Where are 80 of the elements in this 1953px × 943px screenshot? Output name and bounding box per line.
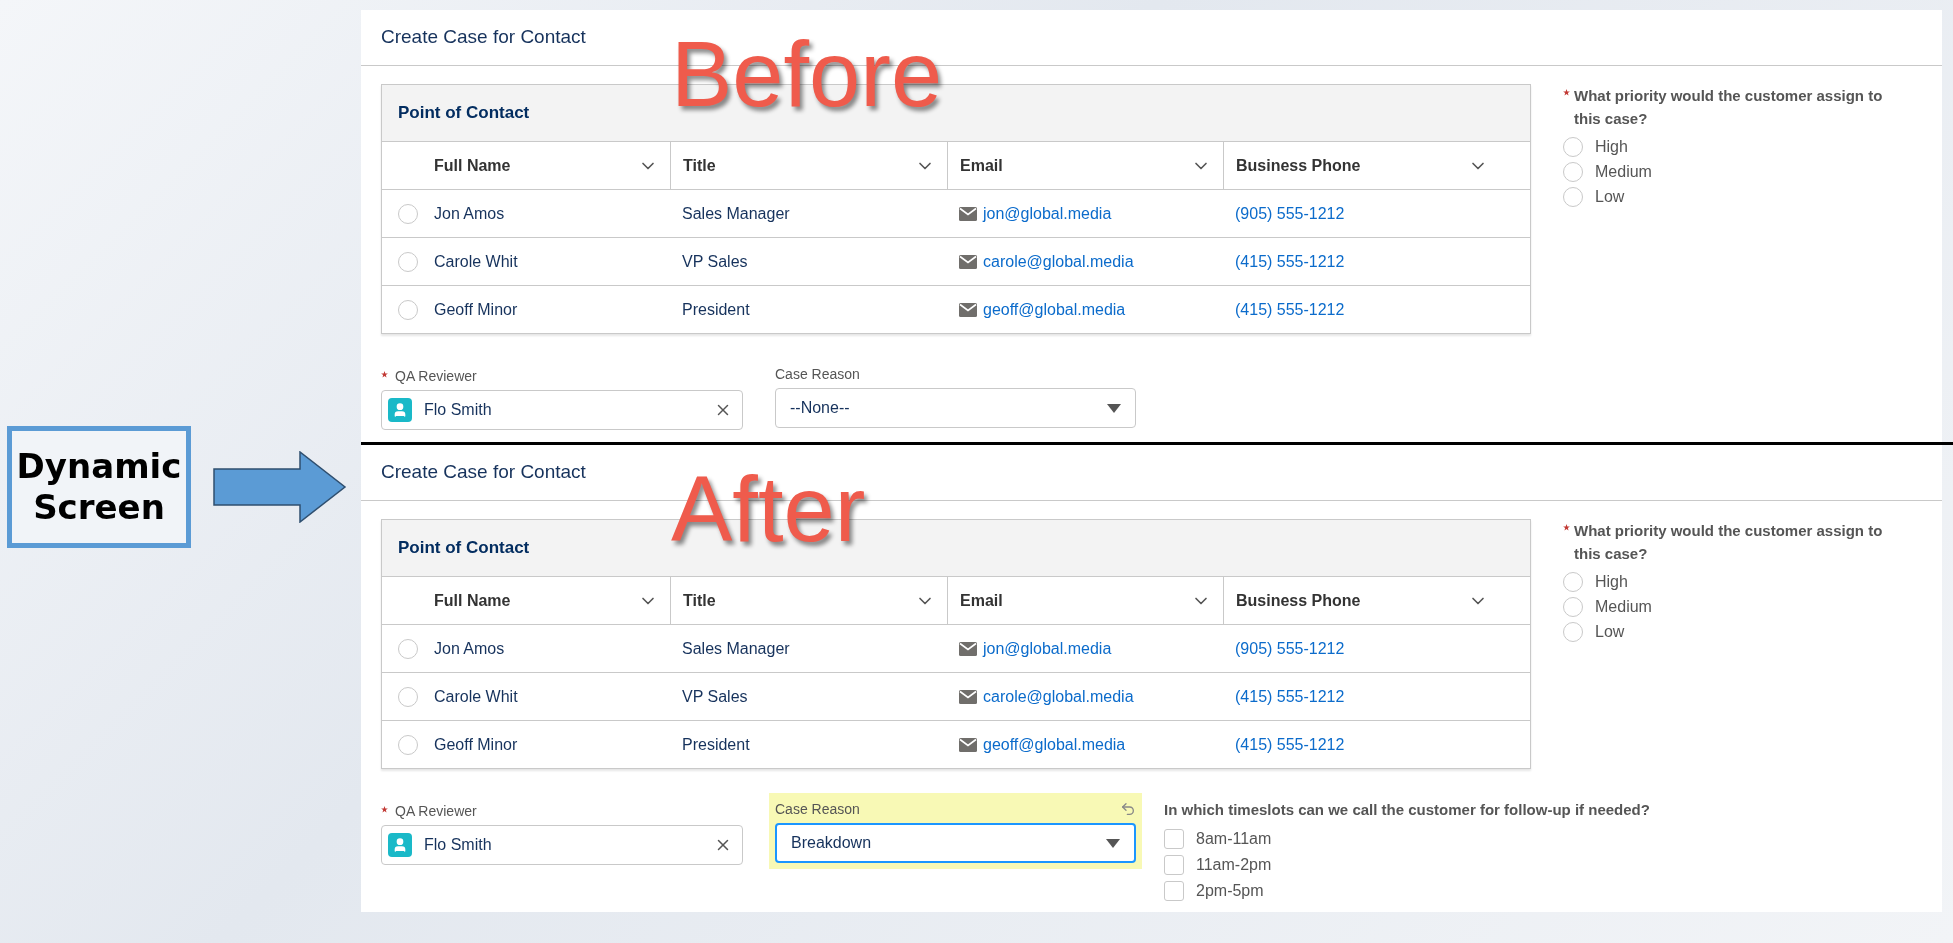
table-title: Point of Contact xyxy=(398,102,530,125)
envelope-icon xyxy=(959,302,977,317)
phone-link[interactable]: (415) 555-1212 xyxy=(1223,297,1345,322)
dropdown-field[interactable]: --None-- xyxy=(775,388,1136,428)
right-arrow-icon xyxy=(213,450,347,523)
email-link[interactable]: geoff@global.media xyxy=(983,297,1126,322)
phone-link[interactable]: (905) 555-1212 xyxy=(1223,636,1345,661)
radio-button[interactable] xyxy=(1563,161,1583,182)
email-link[interactable]: carole@global.media xyxy=(983,684,1134,709)
radio-button[interactable] xyxy=(398,686,418,707)
overlay-label: Before xyxy=(671,28,943,120)
radio-button[interactable] xyxy=(398,638,418,659)
radio-button[interactable] xyxy=(1563,621,1583,642)
envelope-icon xyxy=(959,641,977,656)
checkbox[interactable] xyxy=(1164,880,1184,901)
checkbox[interactable] xyxy=(1164,828,1184,849)
option-label: Low xyxy=(1595,621,1625,642)
option-label: High xyxy=(1595,571,1628,592)
radio-button[interactable] xyxy=(398,251,418,272)
label-box: Dynamic Screen xyxy=(7,425,191,548)
table-cell-text: VP Sales xyxy=(681,686,749,707)
email-link[interactable]: jon@global.media xyxy=(983,201,1112,226)
radio-button[interactable] xyxy=(1563,136,1583,157)
phone-link[interactable]: (905) 555-1212 xyxy=(1223,201,1345,226)
user-icon xyxy=(388,398,412,422)
phone-link[interactable]: (415) 555-1212 xyxy=(1223,732,1345,757)
option-label: 8am-11am xyxy=(1196,828,1272,849)
screen-title: Create Case for Contact xyxy=(381,460,586,485)
radio-button[interactable] xyxy=(1563,571,1583,592)
field-label: QA Reviewer xyxy=(395,801,477,821)
email-link[interactable]: carole@global.media xyxy=(983,249,1134,274)
email-link[interactable]: geoff@global.media xyxy=(983,732,1126,757)
radio-button[interactable] xyxy=(398,734,418,755)
phone-link[interactable]: (415) 555-1212 xyxy=(1223,684,1345,709)
option-label: Medium xyxy=(1595,596,1652,617)
radio-button[interactable] xyxy=(1563,186,1583,207)
envelope-icon xyxy=(959,206,977,221)
field-label: QA Reviewer xyxy=(395,366,477,386)
dropdown-field[interactable]: Breakdown xyxy=(775,823,1136,863)
radio-button[interactable] xyxy=(1563,596,1583,617)
dropdown-arrow-icon[interactable] xyxy=(1106,838,1120,848)
field-label: Case Reason xyxy=(775,364,860,384)
option-label: High xyxy=(1595,136,1628,157)
lookup-field[interactable]: Flo Smith xyxy=(381,825,743,865)
table-cell-text: Jon Amos xyxy=(434,638,506,659)
screen-title: Create Case for Contact xyxy=(381,25,586,50)
table-cell-text: Sales Manager xyxy=(681,203,791,224)
phone-link[interactable]: (415) 555-1212 xyxy=(1223,249,1345,274)
radio-button[interactable] xyxy=(398,203,418,224)
option-label: 11am-2pm xyxy=(1196,854,1272,875)
envelope-icon xyxy=(959,737,977,752)
dropdown-arrow-icon[interactable] xyxy=(1107,403,1121,413)
table-cell-text: Geoff Minor xyxy=(434,734,519,755)
email-link[interactable]: jon@global.media xyxy=(983,636,1112,661)
table-cell-text: VP Sales xyxy=(681,251,749,272)
table-title: Point of Contact xyxy=(398,537,530,560)
user-icon xyxy=(388,833,412,857)
overlay-label: After xyxy=(671,463,866,555)
lookup-field[interactable]: Flo Smith xyxy=(381,390,743,430)
column-header[interactable]: Full Name xyxy=(402,577,670,624)
table-cell-text: Carole Whit xyxy=(434,686,519,707)
checkbox[interactable] xyxy=(1164,854,1184,875)
table-cell-text: President xyxy=(681,299,751,320)
radio-button[interactable] xyxy=(398,299,418,320)
option-label: 2pm-5pm xyxy=(1196,880,1264,901)
table-cell-text: Geoff Minor xyxy=(434,299,519,320)
undo-icon[interactable] xyxy=(1120,801,1136,817)
column-header[interactable]: Full Name xyxy=(402,142,670,189)
table-cell-text: Carole Whit xyxy=(434,251,519,272)
question-label: What priority would the customer assign to this case? xyxy=(1574,86,1884,129)
option-label: Medium xyxy=(1595,161,1652,182)
envelope-icon xyxy=(959,254,977,269)
envelope-icon xyxy=(959,689,977,704)
option-label: Low xyxy=(1595,186,1625,207)
question-label: In which timeslots can we call the customer for follow-up if needed? xyxy=(1164,800,1650,820)
table-cell-text: Sales Manager xyxy=(681,638,791,659)
field-label: Case Reason xyxy=(775,799,860,819)
question-label: What priority would the customer assign to this case? xyxy=(1574,521,1884,564)
table-cell-text: Jon Amos xyxy=(434,203,506,224)
table-cell-text: President xyxy=(681,734,751,755)
